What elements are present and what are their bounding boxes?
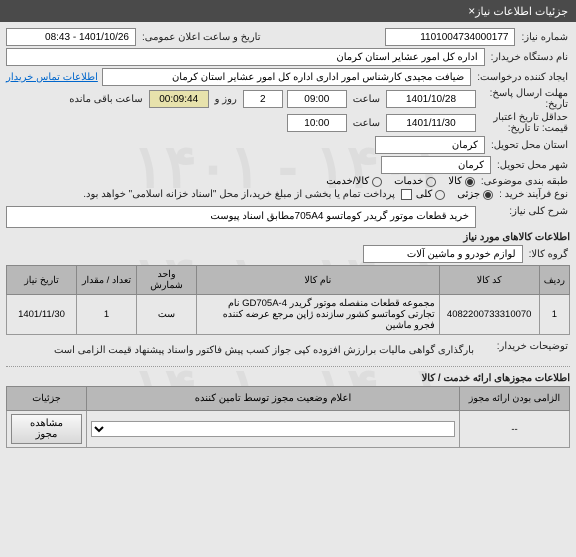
radio-kala-khadamat-label: کالا/خدمت [326,176,369,187]
th-date: تاریخ نیاز [7,266,77,295]
need-number-label: شماره نیاز: [519,32,570,43]
need-number-value: 1101004734000177 [385,28,515,46]
deadline-date: 1401/10/28 [386,90,476,108]
contact-link[interactable]: اطلاعات تماس خریدار [6,72,98,83]
radio-partial[interactable] [483,190,493,200]
window-title: جزئیات اطلاعات نیاز [475,5,568,18]
time-label-2: ساعت [351,118,382,129]
buyer-note: بارگذاری گواهی مالیات برارزش افزوده کپی … [6,341,476,360]
validity-date: 1401/11/30 [386,114,476,132]
radio-kala[interactable] [465,177,475,187]
radio-kala-label: کالا [448,176,462,187]
announce-value: 1401/10/26 - 08:43 [6,28,136,46]
product-group-value: لوازم خودرو و ماشین آلات [363,245,523,263]
treasury-checkbox[interactable] [401,189,412,200]
radio-full-label: کلی [416,189,432,200]
delivery-province-label: استان محل تحویل: [489,140,570,151]
permits-section-title: اطلاعات مجوزهای ارائه خدمت / کالا [6,373,570,384]
th-qty: تعداد / مقدار [77,266,137,295]
buyer-note-label: توضیحات خریدار: [480,341,570,352]
cell-qty: 1 [77,295,137,335]
th-perm-mandatory: الزامی بودن ارائه مجوز [460,387,570,411]
th-perm-status: اعلام وضعیت مجوز توسط تامین کننده [87,387,460,411]
classification-label: طبقه بندی موضوعی: [479,176,570,187]
radio-khadamat[interactable] [426,177,436,187]
radio-kala-khadamat[interactable] [372,177,382,187]
desc-label: شرح کلی نیاز: [480,206,570,217]
items-table: ردیف کد کالا نام کالا واحد شمارش تعداد /… [6,265,570,335]
th-code: کد کالا [439,266,539,295]
th-perm-details: جزئیات [7,387,87,411]
remain-label: ساعت باقی مانده [67,94,144,105]
cell-name: مجموعه قطعات منفصله موتور گریدر GD705A-4… [197,295,440,335]
th-unit: واحد شمارش [137,266,197,295]
cell-idx: 1 [539,295,569,335]
cell-mandatory: -- [460,411,570,448]
cell-date: 1401/11/30 [7,295,77,335]
requester-label: ایجاد کننده درخواست: [475,72,570,83]
day-label: روز و [213,94,239,105]
cell-unit: ست [137,295,197,335]
announce-label: تاریخ و ساعت اعلان عمومی: [140,32,263,43]
radio-partial-label: جزئی [457,189,480,200]
status-select[interactable] [91,421,455,437]
cell-status [87,411,460,448]
time-label-1: ساعت [351,94,382,105]
validity-time: 10:00 [287,114,347,132]
requester-value: ضیافت مجیدی کارشناس امور اداری اداره کل … [102,68,471,86]
deadline-label: مهلت ارسال پاسخ: تاریخ: [480,88,570,110]
cell-details: مشاهده مجوز [7,411,87,448]
perm-status-header: اعلام وضعیت مجوز توسط تامین کننده [91,390,455,407]
radio-khadamat-label: خدمات [394,176,423,187]
permits-table: الزامی بودن ارائه مجوز اعلام وضعیت مجوز … [6,386,570,448]
remain-time: 00:09:44 [149,90,209,108]
need-description: خرید قطعات موتور گریدر کوماتسو 705A4مطاب… [6,206,476,228]
table-row: -- مشاهده مجوز [7,411,570,448]
classification-radio-group: کالا خدمات کالا/خدمت [326,176,475,187]
table-row: 1 4082200733310070 مجموعه قطعات منفصله م… [7,295,570,335]
delivery-city: کرمان [381,156,491,174]
radio-full[interactable] [435,190,445,200]
items-section-title: اطلاعات کالاهای مورد نیاز [6,232,570,243]
buyer-value: اداره کل امور عشایر استان کرمان [6,48,485,66]
window-header: جزئیات اطلاعات نیاز × [0,0,576,22]
days-value: 2 [243,90,283,108]
process-type-label: نوع فرآیند خرید : [497,189,570,200]
view-permit-button[interactable]: مشاهده مجوز [11,414,82,444]
validity-label: حداقل تاریخ اعتبار قیمت: تا تاریخ: [480,112,570,134]
payment-note: پرداخت تمام یا بخشی از مبلغ خرید،از محل … [81,189,397,200]
process-radio-group: جزئی کلی [416,189,493,200]
divider [6,366,570,367]
th-name: نام کالا [197,266,440,295]
delivery-city-label: شهر محل تحویل: [495,160,570,171]
product-group-label: گروه کالا: [527,249,570,260]
th-row: ردیف [539,266,569,295]
cell-code: 4082200733310070 [439,295,539,335]
close-icon[interactable]: × [468,4,475,18]
buyer-label: نام دستگاه خریدار: [489,52,570,63]
deadline-time: 09:00 [287,90,347,108]
delivery-province: کرمان [375,136,485,154]
